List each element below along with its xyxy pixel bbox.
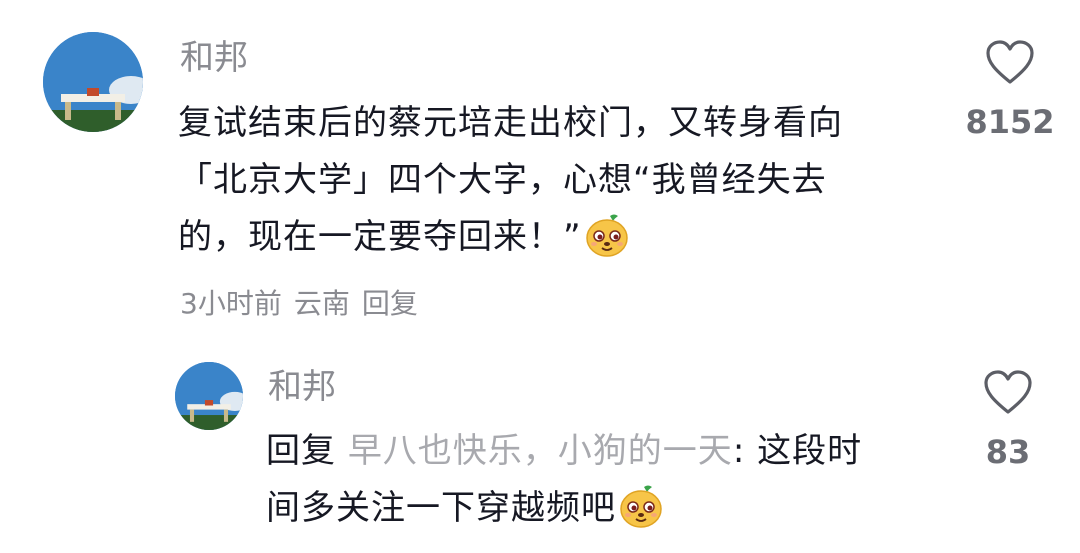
comment-meta: 3小时前 云南 回复 — [180, 287, 430, 321]
comment-text-line: 的，现在一定要夺回来！” — [178, 209, 938, 276]
heart-outline-icon[interactable] — [985, 40, 1035, 86]
reply-text-segment: 间多关注一下穿越频吧 — [266, 488, 616, 528]
reply-text-segment: : 这段时 — [732, 431, 863, 471]
comment-text-line: 复试结束后的蔡元培走出校门，又转身看向 — [178, 103, 843, 143]
reply-text-line: 回复 早八也快乐，小狗的一天: 这段时 — [266, 423, 946, 480]
reply-like[interactable]: 83 — [963, 370, 1053, 470]
comment-like[interactable]: 8152 — [965, 40, 1055, 140]
reply-like-count: 83 — [985, 433, 1031, 471]
reply-text: 回复 早八也快乐，小狗的一天: 这段时 间多关注一下穿越频吧 — [266, 423, 946, 547]
sly-face-emoji-icon — [584, 212, 630, 276]
comment-text: 复试结束后的蔡元培走出校门，又转身看向 「北京大学」四个大字，心想“我曾经失去 … — [178, 95, 938, 276]
avatar-photo — [43, 32, 143, 132]
heart-outline-icon[interactable] — [983, 370, 1033, 416]
reply-username[interactable]: 和邦 — [268, 367, 336, 407]
avatar-photo — [175, 362, 243, 430]
comment-text-line: 「北京大学」四个大字，心想“我曾经失去 — [178, 160, 827, 200]
reply-target-user[interactable]: 早八也快乐，小狗的一天 — [348, 431, 733, 471]
comment-time: 3小时前 — [180, 287, 282, 320]
reply-prefix: 回复 — [266, 431, 336, 471]
reply-avatar[interactable] — [175, 362, 243, 430]
comment-username[interactable]: 和邦 — [180, 38, 248, 78]
comment-like-count: 8152 — [965, 103, 1055, 141]
sly-face-emoji-icon — [618, 483, 664, 547]
comment-location: 云南 — [293, 287, 350, 320]
avatar[interactable] — [43, 32, 143, 132]
comment-text-segment: 的，现在一定要夺回来！” — [178, 217, 582, 257]
reply-text-line: 间多关注一下穿越频吧 — [266, 480, 946, 547]
reply-button[interactable]: 回复 — [362, 287, 418, 320]
